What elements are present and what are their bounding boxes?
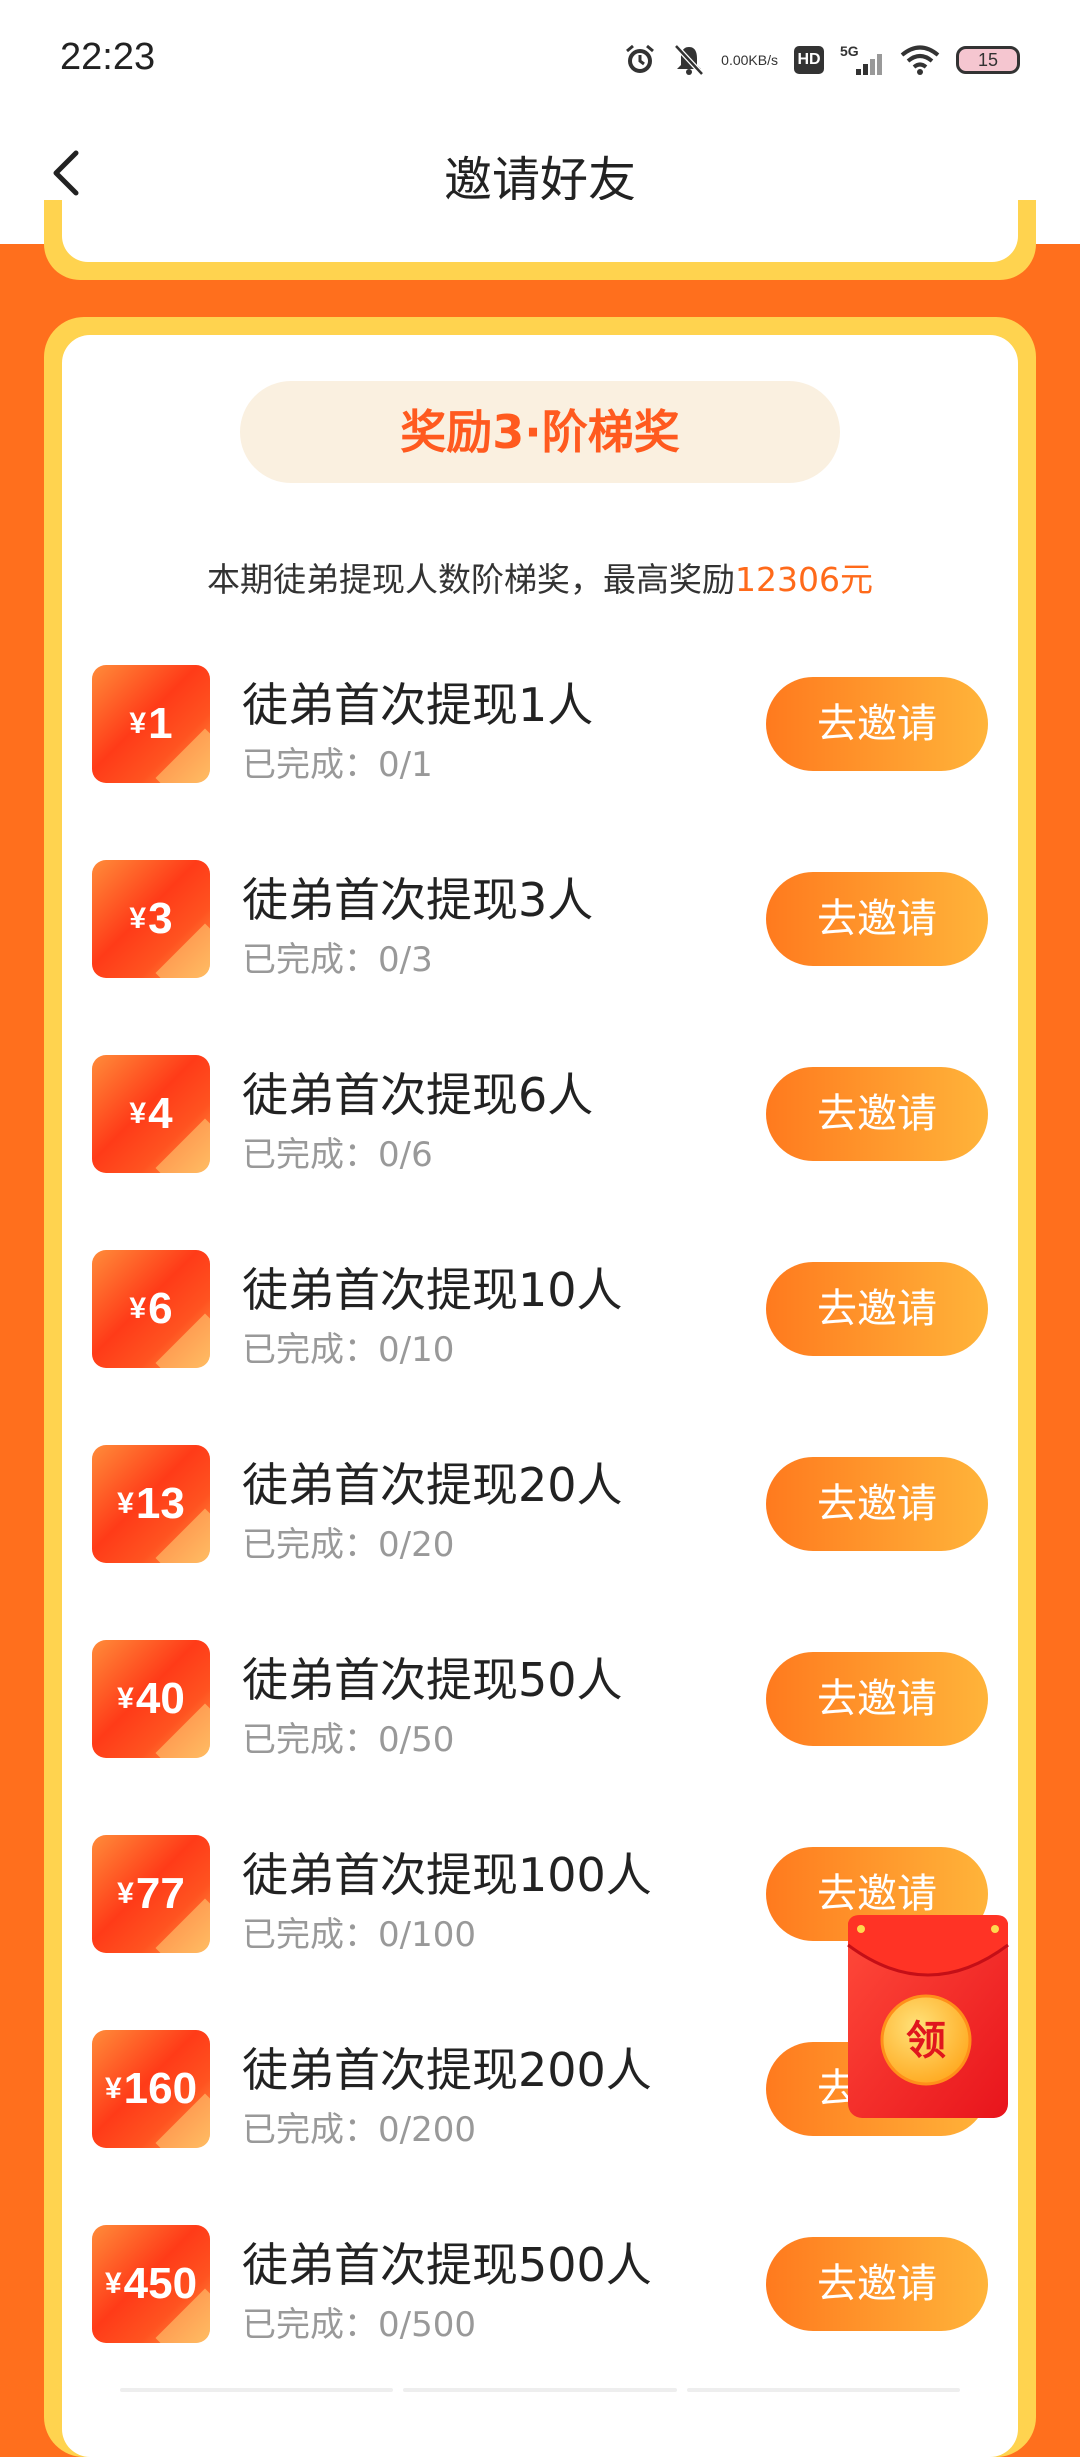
reward-amount: 6	[148, 1284, 173, 1333]
battery-icon: 15	[956, 46, 1020, 74]
hd-badge: HD	[794, 46, 824, 74]
reward-badge: ¥4	[92, 1055, 210, 1173]
task-title: 徒弟首次提现1人	[242, 678, 594, 732]
alarm-icon	[623, 43, 657, 77]
yen-symbol: ¥	[104, 2072, 122, 2105]
yen-symbol: ¥	[104, 2267, 122, 2300]
task-progress: 已完成：0/100	[242, 1915, 476, 1955]
signal-5g-icon: 5G	[840, 43, 884, 77]
mute-bell-icon	[673, 43, 705, 77]
reward-amount: 4	[148, 1089, 173, 1138]
previous-section-card	[44, 200, 1036, 280]
status-time: 22:23	[60, 36, 156, 78]
divider	[686, 2388, 960, 2392]
task-progress: 已完成：0/500	[242, 2305, 476, 2345]
divider	[403, 2388, 677, 2392]
yen-symbol: ¥	[129, 1292, 147, 1325]
task-title: 徒弟首次提现3人	[242, 873, 594, 927]
task-progress: 已完成：0/6	[242, 1135, 433, 1175]
task-row: ¥3 徒弟首次提现3人 已完成：0/3 去邀请	[62, 860, 1018, 1055]
wifi-icon	[900, 44, 940, 76]
task-progress: 已完成：0/50	[242, 1720, 455, 1760]
yen-symbol: ¥	[117, 1682, 134, 1715]
task-progress: 已完成：0/10	[242, 1330, 455, 1370]
task-row: ¥1 徒弟首次提现1人 已完成：0/1 去邀请	[62, 665, 1018, 860]
section-title: 奖励3·阶梯奖	[240, 381, 840, 483]
tier-reward-card-body: 奖励3·阶梯奖 本期徒弟提现人数阶梯奖，最高奖励12306元 ¥1 徒弟首次提现…	[62, 335, 1018, 2457]
status-bar: 22:23 0.00 KB/s HD 5G 15	[0, 0, 1080, 118]
reward-amount: 3	[148, 894, 173, 943]
invite-button[interactable]: 去邀请	[766, 872, 988, 966]
task-title: 徒弟首次提现50人	[242, 1653, 623, 1707]
yen-symbol: ¥	[129, 902, 147, 935]
reward-badge: ¥450	[92, 2225, 210, 2343]
net-speed-value: 0.00	[721, 51, 749, 68]
red-packet-icon: 领	[847, 1915, 1009, 2118]
reward-amount: 13	[135, 1479, 185, 1528]
reward-badge: ¥40	[92, 1640, 210, 1758]
reward-badge: ¥160	[92, 2030, 210, 2148]
yen-symbol: ¥	[129, 707, 147, 740]
subtitle-text: 本期徒弟提现人数阶梯奖，最高奖励	[207, 560, 735, 599]
net-speed-unit: KB/s	[748, 51, 778, 68]
task-title: 徒弟首次提现20人	[242, 1458, 623, 1512]
task-title: 徒弟首次提现500人	[242, 2238, 652, 2292]
reward-amount: 450	[123, 2259, 198, 2308]
yen-symbol: ¥	[129, 1097, 147, 1130]
task-row: ¥6 徒弟首次提现10人 已完成：0/10 去邀请	[62, 1250, 1018, 1445]
reward-badge: ¥6	[92, 1250, 210, 1368]
task-title: 徒弟首次提现10人	[242, 1263, 623, 1317]
invite-button[interactable]: 去邀请	[766, 1457, 988, 1551]
yen-symbol: ¥	[117, 1877, 134, 1910]
divider	[120, 2388, 394, 2392]
section-subtitle: 本期徒弟提现人数阶梯奖，最高奖励12306元	[62, 553, 1018, 601]
tier-reward-card: 奖励3·阶梯奖 本期徒弟提现人数阶梯奖，最高奖励12306元 ¥1 徒弟首次提现…	[44, 317, 1036, 2457]
max-reward-amount: 12306元	[735, 560, 873, 599]
yen-symbol: ¥	[117, 1487, 134, 1520]
reward-amount: 77	[135, 1869, 185, 1918]
signal-5g-label: 5G	[840, 43, 859, 59]
status-icons: 0.00 KB/s HD 5G 15	[623, 38, 1020, 82]
bottom-dividers	[120, 2388, 960, 2392]
battery-level: 15	[977, 50, 999, 70]
task-row: ¥4 徒弟首次提现6人 已完成：0/6 去邀请	[62, 1055, 1018, 1250]
task-progress: 已完成：0/20	[242, 1525, 455, 1565]
reward-amount: 40	[135, 1674, 185, 1723]
invite-button[interactable]: 去邀请	[766, 1262, 988, 1356]
reward-badge: ¥3	[92, 860, 210, 978]
task-progress: 已完成：0/3	[242, 940, 433, 980]
red-packet-button[interactable]: 领	[838, 1905, 1014, 2125]
net-speed: 0.00 KB/s	[721, 51, 778, 68]
reward-amount: 1	[148, 699, 173, 748]
red-packet-label: 领	[906, 2018, 946, 2064]
reward-badge: ¥13	[92, 1445, 210, 1563]
reward-badge: ¥1	[92, 665, 210, 783]
reward-amount: 160	[123, 2064, 198, 2113]
task-title: 徒弟首次提现200人	[242, 2043, 652, 2097]
reward-badge: ¥77	[92, 1835, 210, 1953]
task-list: ¥1 徒弟首次提现1人 已完成：0/1 去邀请 ¥3 徒弟首次提现3人 已完成：…	[62, 665, 1018, 2420]
task-row: ¥13 徒弟首次提现20人 已完成：0/20 去邀请	[62, 1445, 1018, 1640]
task-progress: 已完成：0/200	[242, 2110, 476, 2150]
invite-button[interactable]: 去邀请	[766, 677, 988, 771]
task-title: 徒弟首次提现6人	[242, 1068, 594, 1122]
invite-button[interactable]: 去邀请	[766, 1067, 988, 1161]
task-progress: 已完成：0/1	[242, 745, 433, 785]
task-row: ¥40 徒弟首次提现50人 已完成：0/50 去邀请	[62, 1640, 1018, 1835]
task-title: 徒弟首次提现100人	[242, 1848, 652, 1902]
invite-button[interactable]: 去邀请	[766, 1652, 988, 1746]
invite-button[interactable]: 去邀请	[766, 2237, 988, 2331]
previous-section-card-body	[62, 200, 1018, 262]
